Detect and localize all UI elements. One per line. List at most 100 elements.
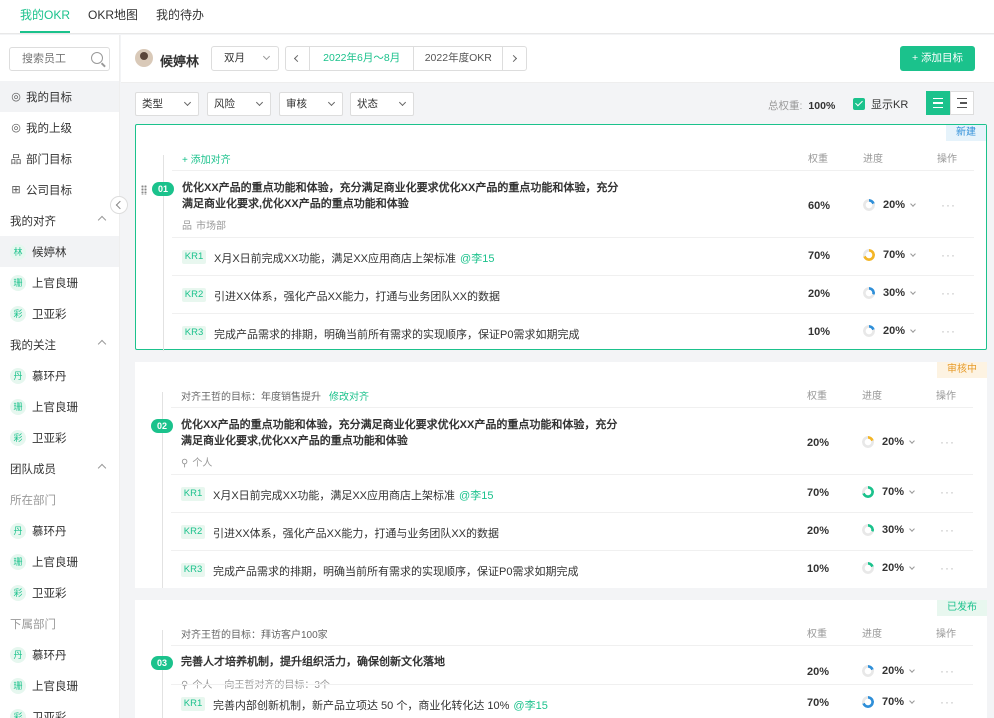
sidebar-item-company-goals[interactable]: ⊞ 公司目标: [0, 174, 119, 205]
kr-owner-mention[interactable]: @李15: [459, 490, 493, 502]
org-icon: 品: [10, 153, 22, 166]
show-kr-toggle[interactable]: 显示KR: [853, 96, 908, 112]
kr-row[interactable]: KR3 完成产品需求的排期，明确当前所有需求的实现顺序，保证P0需求如期完成 10%…: [172, 313, 974, 351]
member-item[interactable]: 丹慕环丹: [0, 639, 119, 670]
filter-risk[interactable]: 风险: [207, 92, 271, 116]
objective-title[interactable]: 优化XX产品的重点功能和体验，充分满足商业化要求优化XX产品的重点功能和体验，充…: [182, 180, 622, 212]
sidebar-item-label: 公司目标: [26, 184, 72, 197]
objective-progress[interactable]: 20%: [862, 665, 915, 677]
period-select[interactable]: 双月: [211, 46, 279, 71]
sidebar-item-dept-goals[interactable]: 品部门目标: [0, 143, 119, 174]
filter-review[interactable]: 审核: [279, 92, 343, 116]
search-icon[interactable]: [91, 52, 103, 64]
member-item[interactable]: 丹慕环丹: [0, 515, 119, 546]
more-actions-button[interactable]: ···: [941, 248, 956, 262]
member-item[interactable]: 珊上官良珊: [0, 670, 119, 701]
more-actions-button[interactable]: ···: [940, 435, 955, 449]
more-actions-button[interactable]: ···: [940, 485, 955, 499]
kr-row[interactable]: KR2 引进XX体系，强化产品XX能力，打通与业务团队XX的数据 20% 30% ···: [171, 512, 973, 550]
okr-year-value[interactable]: 2022年度OKR: [414, 47, 502, 70]
more-actions-button[interactable]: ···: [940, 561, 955, 575]
objective-title[interactable]: 完善人才培养机制，提升组织活力，确保创新文化落地: [181, 654, 621, 670]
kr-row[interactable]: KR2 引进XX体系，强化产品XX能力，打通与业务团队XX的数据 20% 30% ···: [172, 275, 974, 313]
kr-progress[interactable]: 70%: [862, 696, 915, 708]
show-kr-checkbox[interactable]: [853, 98, 865, 110]
more-actions-button[interactable]: ···: [940, 695, 955, 709]
date-range-value[interactable]: 2022年6月～8月: [310, 47, 415, 70]
view-toggle: [926, 91, 974, 115]
group-my-alignment[interactable]: 我的对齐: [0, 205, 119, 236]
more-actions-button[interactable]: ···: [941, 286, 956, 300]
person-icon: ⚲: [181, 458, 189, 469]
filter-type[interactable]: 类型: [135, 92, 199, 116]
add-goal-button[interactable]: + 添加目标: [900, 46, 975, 71]
objective-progress[interactable]: 20%: [863, 199, 916, 211]
group-team[interactable]: 团队成员: [0, 453, 119, 484]
objective-title-line: 满足商业化要求,优化XX产品的重点功能和体验: [182, 198, 409, 210]
member-item[interactable]: 彩卫亚彩: [0, 422, 119, 453]
kr-row[interactable]: KR1 X月X日前完成XX功能，满足XX应用商店上架标准 @李15 70% 70% ···: [172, 237, 974, 275]
prev-period-button[interactable]: [286, 47, 310, 70]
member-item[interactable]: 彩卫亚彩: [0, 577, 119, 608]
tab-okr-map[interactable]: OKR地图: [88, 0, 138, 33]
employee-search[interactable]: [9, 47, 110, 71]
more-actions-button[interactable]: ···: [941, 324, 956, 338]
more-actions-button[interactable]: ···: [941, 198, 956, 212]
chevron-up-icon[interactable]: [97, 215, 107, 225]
kr-progress[interactable]: 20%: [862, 562, 915, 574]
chevron-up-icon[interactable]: [97, 339, 107, 349]
more-actions-button[interactable]: ···: [940, 523, 955, 537]
kr-owner-mention[interactable]: @李15: [460, 253, 494, 265]
more-actions-button[interactable]: ···: [940, 664, 955, 678]
kr-progress[interactable]: 30%: [863, 287, 916, 299]
group-my-follow[interactable]: 我的关注: [0, 329, 119, 360]
member-item[interactable]: 彩卫亚彩: [0, 701, 119, 718]
member-item[interactable]: 珊上官良珊: [0, 267, 119, 298]
kr-row[interactable]: KR3 完成产品需求的排期，明确当前所有需求的实现顺序，保证P0需求如期完成 10%…: [171, 550, 973, 588]
employee-search-input[interactable]: [10, 48, 90, 70]
tab-my-todo[interactable]: 我的待办: [156, 0, 204, 33]
edit-alignment-link[interactable]: 修改对齐: [329, 392, 369, 403]
objective-title-line: 优化XX产品的重点功能和体验，充分满足商业化要求优化XX产品的重点功能和体验，充…: [182, 182, 619, 194]
objective-progress[interactable]: 20%: [862, 436, 915, 448]
sidebar-item-label: 部门目标: [26, 153, 72, 166]
kr-progress[interactable]: 20%: [863, 325, 916, 337]
subgroup-sub-dept: 下属部门: [10, 618, 56, 631]
kr-progress[interactable]: 70%: [863, 249, 916, 261]
kr-owner-mention[interactable]: @李15: [513, 700, 547, 712]
kr-row[interactable]: KR1 完善内部创新机制，新产品立项达 50 个，商业化转化达 10% @李15 70…: [171, 684, 973, 718]
chevron-down-icon: [910, 250, 916, 257]
next-period-button[interactable]: [502, 47, 526, 70]
progress-ring-icon: [862, 665, 874, 677]
objective-card: 已发布 对齐王哲的目标：拜访客户100家 权重 进度 操作 03 完善人才培养机制，提升组织…: [135, 600, 987, 718]
kr-progress[interactable]: 70%: [862, 486, 915, 498]
member-item[interactable]: 珊上官良珊: [0, 391, 119, 422]
tab-my-okr[interactable]: 我的OKR: [20, 0, 71, 33]
tree-view-button[interactable]: [950, 91, 974, 115]
member-item[interactable]: 丹慕环丹: [0, 360, 119, 391]
add-alignment-link[interactable]: + 添加对齐: [182, 155, 231, 166]
chevron-up-icon[interactable]: [97, 463, 107, 473]
list-view-button[interactable]: [926, 91, 950, 115]
drag-handle-icon[interactable]: [141, 185, 147, 195]
kr-progress[interactable]: 30%: [862, 524, 915, 536]
status-badge: 已发布: [937, 600, 987, 616]
member-item[interactable]: 林候婷林: [0, 236, 119, 267]
total-weight: 总权重: 100%: [768, 98, 835, 113]
alignment-text: 对齐王哲的目标：拜访客户100家: [181, 630, 328, 641]
col-weight-header: 权重: [807, 629, 827, 640]
member-item[interactable]: 彩卫亚彩: [0, 298, 119, 329]
building-icon: ⊞: [11, 184, 21, 196]
kr-tag: KR2: [182, 288, 206, 302]
list-icon: [933, 102, 943, 104]
sidebar-item-my-goals[interactable]: ◎ 我的目标: [0, 81, 119, 112]
target-icon: ◎: [11, 91, 21, 103]
objective-title[interactable]: 优化XX产品的重点功能和体验，充分满足商业化要求优化XX产品的重点功能和体验，充…: [181, 417, 621, 449]
filter-status[interactable]: 状态: [350, 92, 414, 116]
member-item[interactable]: 珊上官良珊: [0, 546, 119, 577]
avatar: 彩: [10, 584, 26, 601]
sidebar-item-my-superior[interactable]: ◎ 我的上级: [0, 112, 119, 143]
kr-description: 引进XX体系，强化产品XX能力，打通与业务团队XX的数据: [214, 291, 501, 303]
sidebar-collapse-button[interactable]: [110, 196, 128, 214]
kr-row[interactable]: KR1 X月X日前完成XX功能，满足XX应用商店上架标准 @李15 70% 70% ···: [171, 474, 973, 512]
